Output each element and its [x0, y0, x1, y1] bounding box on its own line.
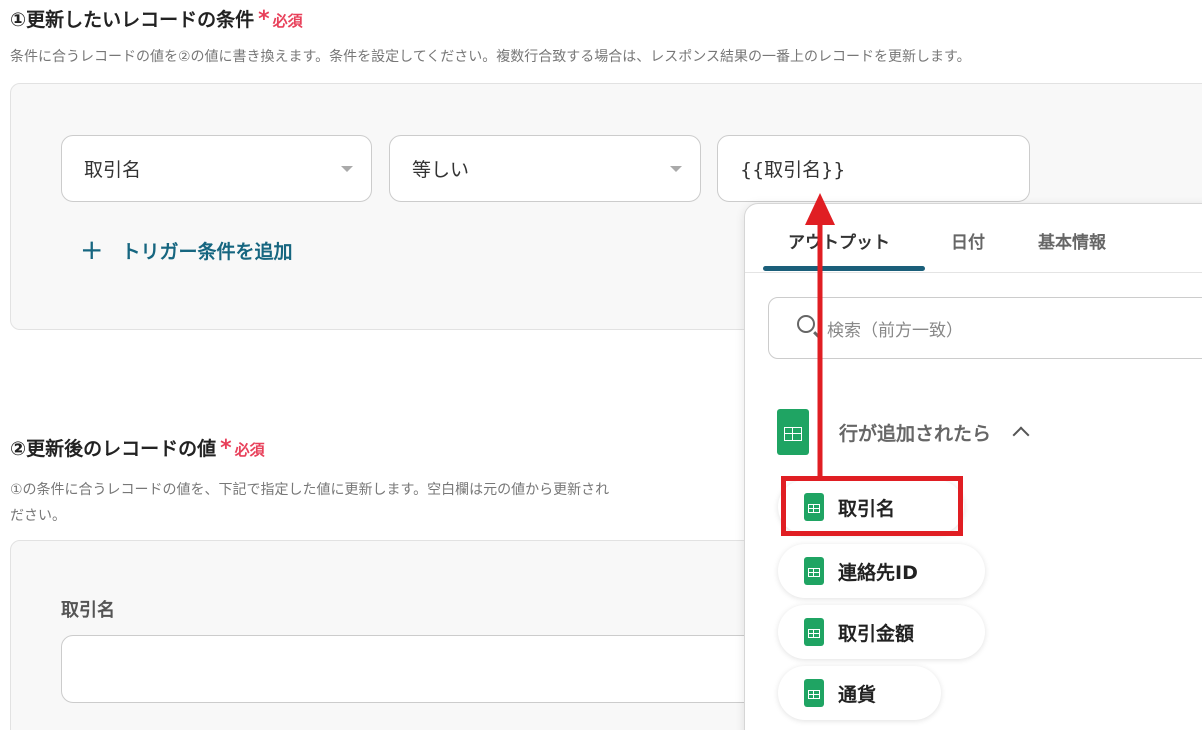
section2-title: ②更新後のレコードの値 * 必須: [10, 434, 265, 461]
google-sheets-icon: [804, 618, 824, 646]
caret-down-icon: [670, 165, 682, 172]
google-sheets-icon: [777, 409, 809, 455]
value-input-text: {{取引名}}: [740, 159, 846, 181]
add-condition-button[interactable]: + トリガー条件を追加: [80, 236, 292, 264]
tab-output[interactable]: アウトプット: [788, 228, 890, 253]
required-badge: 必須: [234, 441, 265, 459]
required-star-icon: *: [220, 436, 232, 461]
google-sheets-icon: [804, 679, 824, 707]
section1-description: 条件に合うレコードの値を②の値に書き換えます。条件を設定してください。複数行合致…: [10, 49, 971, 65]
active-tab-indicator: [763, 266, 925, 271]
caret-down-icon: [341, 165, 353, 172]
field-label: 取引名: [61, 600, 115, 621]
field-select[interactable]: 取引名: [61, 135, 372, 202]
section2-description-line2: ださい。: [10, 508, 66, 524]
add-condition-label: トリガー条件を追加: [121, 240, 293, 263]
chevron-up-icon[interactable]: [1012, 426, 1030, 444]
group-label: 行が追加されたら: [839, 422, 992, 445]
page: ①更新したいレコードの条件 * 必須 条件に合うレコードの値を②の値に書き換えます。…: [0, 0, 1202, 730]
output-item-label: 通貨: [838, 683, 877, 706]
output-item-label: 連絡先ID: [838, 561, 918, 584]
field-value-input[interactable]: [61, 635, 781, 703]
search-icon: [797, 315, 815, 333]
search-placeholder: 検索（前方一致）: [827, 320, 963, 341]
search-input[interactable]: 検索（前方一致）: [768, 297, 1202, 359]
field-select-value: 取引名: [84, 159, 142, 181]
operator-select-value: 等しい: [412, 159, 470, 181]
google-sheets-icon: [804, 557, 824, 585]
required-badge: 必須: [272, 12, 303, 30]
tab-basic-info[interactable]: 基本情報: [1038, 228, 1106, 253]
section1-title: ①更新したいレコードの条件 * 必須: [10, 5, 303, 32]
value-input[interactable]: {{取引名}}: [717, 135, 1030, 202]
output-item-label: 取引金額: [838, 622, 915, 645]
operator-select[interactable]: 等しい: [389, 135, 701, 202]
group-header[interactable]: 行が追加されたら: [777, 409, 1030, 455]
section1-title-text: ①更新したいレコードの条件: [10, 9, 255, 31]
output-item-deal-amount[interactable]: 取引金額: [778, 605, 985, 659]
popup-tabs: アウトプット 日付 基本情報: [745, 204, 1202, 273]
section2-description: ①の条件に合うレコードの値を、下記で指定した値に更新します。空白欄は元の値から更…: [10, 482, 610, 498]
required-star-icon: *: [258, 7, 270, 32]
tab-date[interactable]: 日付: [951, 228, 985, 253]
annotation-highlight-box: [781, 476, 963, 536]
output-item-contact-id[interactable]: 連絡先ID: [778, 544, 985, 598]
plus-icon: +: [80, 233, 104, 266]
section2-title-text: ②更新後のレコードの値: [10, 438, 217, 460]
output-item-currency[interactable]: 通貨: [778, 666, 941, 720]
